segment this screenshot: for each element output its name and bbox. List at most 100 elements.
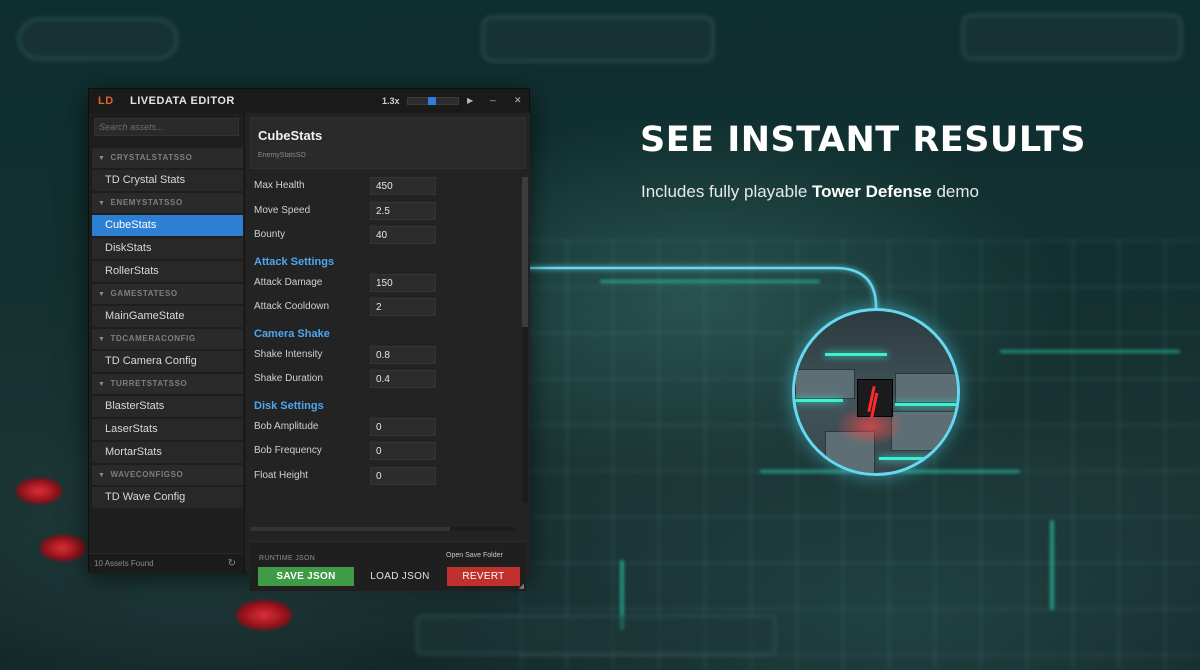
- board-glow-line: [1000, 350, 1180, 353]
- asset-list-item[interactable]: TD Wave Config: [92, 487, 243, 508]
- asset-list-item[interactable]: TD Crystal Stats: [92, 170, 243, 191]
- property-value-field[interactable]: 450: [370, 177, 436, 195]
- property-label: Bob Frequency: [254, 445, 322, 456]
- property-row: Attack Damage 150: [254, 273, 504, 292]
- collapse-arrow-icon[interactable]: ▼: [98, 291, 106, 298]
- hud-currency: [18, 18, 178, 60]
- asset-list-item[interactable]: DiskStats: [92, 238, 243, 259]
- group-header-label: ENEMYSTATSSO: [110, 198, 183, 207]
- collapse-arrow-icon[interactable]: ▼: [98, 472, 106, 479]
- property-value-field[interactable]: 150: [370, 273, 436, 292]
- property-row: Bounty 40: [254, 226, 504, 244]
- property-value-field[interactable]: 0: [370, 442, 436, 460]
- property-value-field[interactable]: 2: [370, 298, 436, 316]
- subline-bold: Tower Defense: [812, 182, 932, 201]
- asset-name: CubeStats: [258, 128, 323, 143]
- property-row: Bob Amplitude 0: [254, 417, 504, 436]
- asset-list-item[interactable]: LaserStats: [92, 419, 243, 440]
- editor-titlebar[interactable]: LD LIVEDATA EDITOR 1.3x ▶ _ ✕: [89, 89, 529, 113]
- property-row: Max Health 450: [254, 177, 504, 195]
- load-json-button[interactable]: LOAD JSON: [362, 567, 438, 586]
- revert-button[interactable]: REVERT: [447, 567, 520, 586]
- inspector-panel: CubeStats EnemyStatsSO Max Health 450 Move…: [246, 113, 530, 591]
- zoom-slider-knob[interactable]: [428, 97, 436, 105]
- asset-tree: ▼ CRYSTALSTATSSO TD Crystal Stats ▼ ENEMYSTA…: [92, 148, 243, 510]
- collapse-arrow-icon[interactable]: ▼: [98, 381, 106, 388]
- property-label: Shake Duration: [254, 373, 323, 384]
- subline-before: Includes fully playable: [641, 182, 813, 201]
- asset-list-item[interactable]: TD Camera Config: [92, 351, 243, 372]
- group-header-label: TURRETSTATSSO: [110, 379, 188, 388]
- asset-sidebar: ▼ CRYSTALSTATSSO TD Crystal Stats ▼ ENEMYSTA…: [89, 113, 245, 573]
- group-header[interactable]: ▼ CRYSTALSTATSSO: [92, 148, 243, 168]
- property-value-field[interactable]: 2.5: [370, 201, 436, 220]
- property-value-field[interactable]: 0: [370, 417, 436, 436]
- asset-list-item[interactable]: MortarStats: [92, 442, 243, 463]
- hud-health: [962, 14, 1182, 60]
- zoom-level-label: 1.3x: [382, 96, 400, 106]
- subline-after: demo: [931, 182, 979, 201]
- collapse-arrow-icon[interactable]: ▼: [98, 155, 106, 162]
- minimize-icon[interactable]: _: [490, 91, 496, 102]
- asset-type: EnemyStatsSO: [258, 152, 306, 159]
- scrollbar-thumb[interactable]: [250, 527, 450, 531]
- property-label: Float Height: [254, 469, 308, 481]
- asset-list-item[interactable]: MainGameState: [92, 306, 243, 327]
- property-row: Move Speed 2.5: [254, 201, 504, 220]
- property-value-field[interactable]: 0.8: [370, 345, 436, 364]
- open-save-folder-link[interactable]: Open Save Folder: [446, 552, 503, 559]
- group-header[interactable]: ▼ GAMESTATESO: [92, 284, 243, 304]
- hud-wave: [482, 16, 714, 62]
- collapse-arrow-icon[interactable]: ▼: [98, 200, 106, 207]
- close-icon[interactable]: ✕: [514, 95, 522, 106]
- magnifier-zoom-view: [792, 308, 960, 476]
- property-list: Max Health 450 Move Speed 2.5 Bounty 40 Attack…: [246, 173, 518, 561]
- sidebar-footer: 10 Assets Found ↻: [89, 553, 244, 573]
- livedata-editor-window: LD LIVEDATA EDITOR 1.3x ▶ _ ✕ ▼ CRYSTALST…: [88, 88, 530, 591]
- property-value-field[interactable]: 0.4: [370, 370, 436, 388]
- property-label: Shake Intensity: [254, 348, 323, 360]
- board-glow-line: [600, 280, 820, 283]
- group-header[interactable]: ▼ ENEMYSTATSSO: [92, 193, 243, 213]
- collapse-arrow-icon[interactable]: ▼: [98, 336, 106, 343]
- asset-list-item[interactable]: RollerStats: [92, 261, 243, 282]
- section-header[interactable]: Camera Shake: [254, 328, 330, 340]
- enemy-disc: [16, 478, 62, 504]
- group-header[interactable]: ▼ TDCAMERACONFIG: [92, 329, 243, 349]
- property-row: Shake Intensity 0.8: [254, 345, 504, 364]
- property-label: Attack Cooldown: [254, 301, 330, 312]
- zoom-tile: [795, 369, 855, 399]
- zoom-glow-edge: [825, 353, 887, 356]
- property-value-field[interactable]: 40: [370, 226, 436, 244]
- headline: SEE INSTANT RESULTS: [640, 120, 1086, 160]
- editor-title: LIVEDATA EDITOR: [130, 95, 235, 107]
- subline: Includes fully playable Tower Defense de…: [641, 182, 1161, 202]
- search-input[interactable]: [94, 118, 239, 136]
- scrollbar-thumb[interactable]: [522, 177, 528, 327]
- asset-list-item[interactable]: CubeStats: [92, 215, 243, 236]
- horizontal-scrollbar[interactable]: [250, 527, 516, 531]
- property-label: Move Speed: [254, 204, 311, 216]
- zoom-slider[interactable]: [407, 97, 459, 105]
- property-value-field[interactable]: 0: [370, 466, 436, 485]
- editor-footer: RUNTIME JSON Open Save Folder SAVE JSON …: [250, 541, 526, 591]
- resize-grip-icon[interactable]: ◢: [519, 582, 524, 590]
- zoom-tile: [895, 373, 957, 403]
- group-header[interactable]: ▼ WAVECONFIGSO: [92, 465, 243, 485]
- runtime-json-label: RUNTIME JSON: [259, 555, 316, 562]
- enemy-disc: [40, 535, 86, 561]
- group-header[interactable]: ▼ TURRETSTATSSO: [92, 374, 243, 394]
- editor-logo: LD: [98, 95, 114, 107]
- zoom-glow-edge: [879, 457, 957, 460]
- section-header[interactable]: Attack Settings: [254, 256, 334, 268]
- section-header[interactable]: Disk Settings: [254, 400, 324, 412]
- enemy-disc: [236, 600, 292, 630]
- vertical-scrollbar[interactable]: [522, 177, 528, 503]
- refresh-icon[interactable]: ↻: [228, 554, 236, 574]
- play-icon[interactable]: ▶: [467, 96, 473, 105]
- group-header-label: WAVECONFIGSO: [110, 470, 184, 479]
- asset-list-item[interactable]: BlasterStats: [92, 396, 243, 417]
- board-glow-line: [1050, 520, 1054, 610]
- save-json-button[interactable]: SAVE JSON: [258, 567, 354, 586]
- property-label: Bounty: [254, 229, 286, 240]
